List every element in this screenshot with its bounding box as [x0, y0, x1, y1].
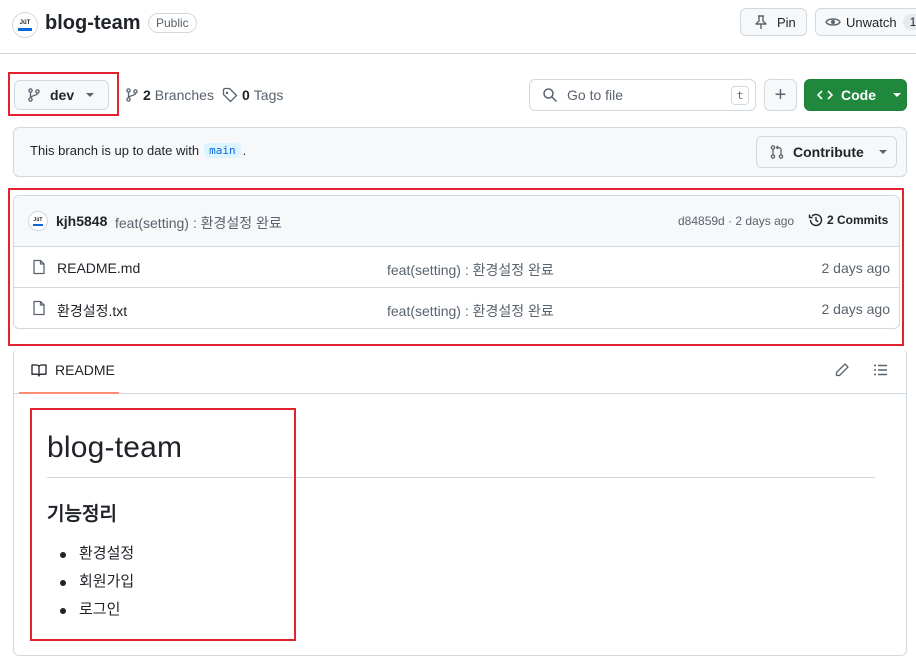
- unwatch-label: Unwatch: [846, 14, 897, 30]
- tab-readme-label: README: [55, 362, 115, 378]
- file-browser-highlight: [8, 188, 904, 346]
- eye-icon: [825, 14, 841, 30]
- branches-count: 2: [143, 87, 151, 103]
- plus-icon: +: [774, 84, 787, 106]
- book-icon: [31, 362, 47, 378]
- tags-count: 0: [242, 87, 250, 103]
- branches-link[interactable]: 2 Branches: [124, 86, 214, 104]
- unwatch-button[interactable]: Unwatch 1: [815, 8, 916, 36]
- outline-list-icon[interactable]: [873, 362, 889, 378]
- watch-count: 1: [902, 14, 916, 30]
- base-branch-link[interactable]: main: [204, 143, 241, 158]
- avatar-text: JüT: [19, 19, 31, 26]
- branch-status-box: This branch is up to date with main . Co…: [13, 127, 907, 177]
- search-placeholder: Go to file: [567, 87, 624, 103]
- tags-label: Tags: [253, 87, 284, 103]
- pin-icon: [753, 14, 769, 30]
- status-suffix: .: [242, 143, 247, 158]
- pull-request-icon: [769, 144, 785, 160]
- repo-header: JüT blog-team Public Pin Unwatch 1: [0, 0, 916, 54]
- chevron-down-icon: [878, 150, 887, 154]
- tag-icon: [222, 87, 238, 103]
- readme-header: README: [14, 348, 906, 394]
- search-shortcut-key: t: [731, 86, 749, 105]
- chevron-down-icon: [893, 93, 901, 97]
- repo-avatar[interactable]: JüT: [12, 12, 38, 38]
- contribute-label: Contribute: [793, 144, 864, 160]
- pin-label: Pin: [777, 14, 796, 30]
- status-message: This branch is up to date with: [30, 143, 200, 158]
- avatar-bar: [18, 27, 32, 31]
- repo-name[interactable]: blog-team: [45, 12, 141, 35]
- code-label: Code: [841, 87, 876, 103]
- contribute-button[interactable]: Contribute: [756, 136, 897, 168]
- go-to-file-search[interactable]: Go to file t: [529, 79, 756, 111]
- code-icon: [817, 87, 833, 103]
- readme-content-highlight: [30, 408, 296, 641]
- edit-pencil-icon[interactable]: [834, 362, 850, 378]
- tags-link[interactable]: 0 Tags: [222, 86, 283, 104]
- branch-icon: [124, 87, 140, 103]
- add-file-button[interactable]: +: [764, 79, 797, 111]
- visibility-badge: Public: [148, 13, 197, 33]
- branch-selector-highlight: [8, 72, 119, 116]
- code-button[interactable]: Code: [804, 79, 907, 111]
- branches-label: Branches: [154, 87, 214, 103]
- pin-button[interactable]: Pin: [740, 8, 807, 36]
- tab-readme[interactable]: README: [19, 348, 119, 394]
- branch-status-text: This branch is up to date with main .: [30, 143, 246, 158]
- search-icon: [542, 87, 558, 103]
